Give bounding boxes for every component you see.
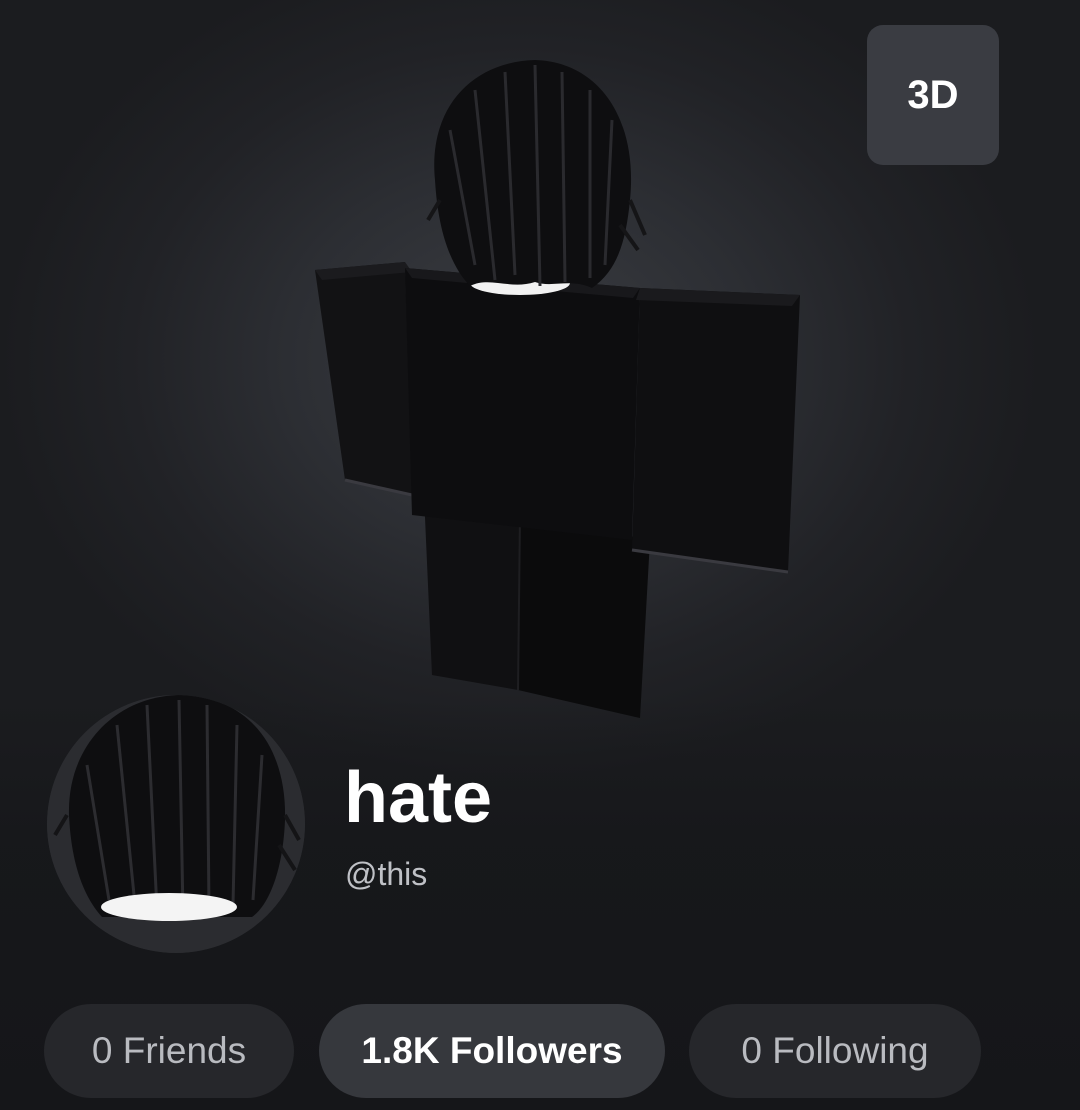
display-name: hate	[344, 758, 493, 838]
profile-screen: 3D hate @this 0 Friends 1.8K Followers 0…	[0, 0, 1080, 1110]
following-count-button[interactable]: 0 Following	[689, 1004, 981, 1098]
friends-count-button[interactable]: 0 Friends	[44, 1004, 294, 1098]
view-3d-toggle-button[interactable]: 3D	[867, 25, 999, 165]
avatar-3d-model[interactable]	[300, 50, 820, 740]
username: @this	[345, 856, 428, 892]
avatar-headshot[interactable]	[47, 695, 305, 953]
followers-count-button[interactable]: 1.8K Followers	[319, 1004, 665, 1098]
